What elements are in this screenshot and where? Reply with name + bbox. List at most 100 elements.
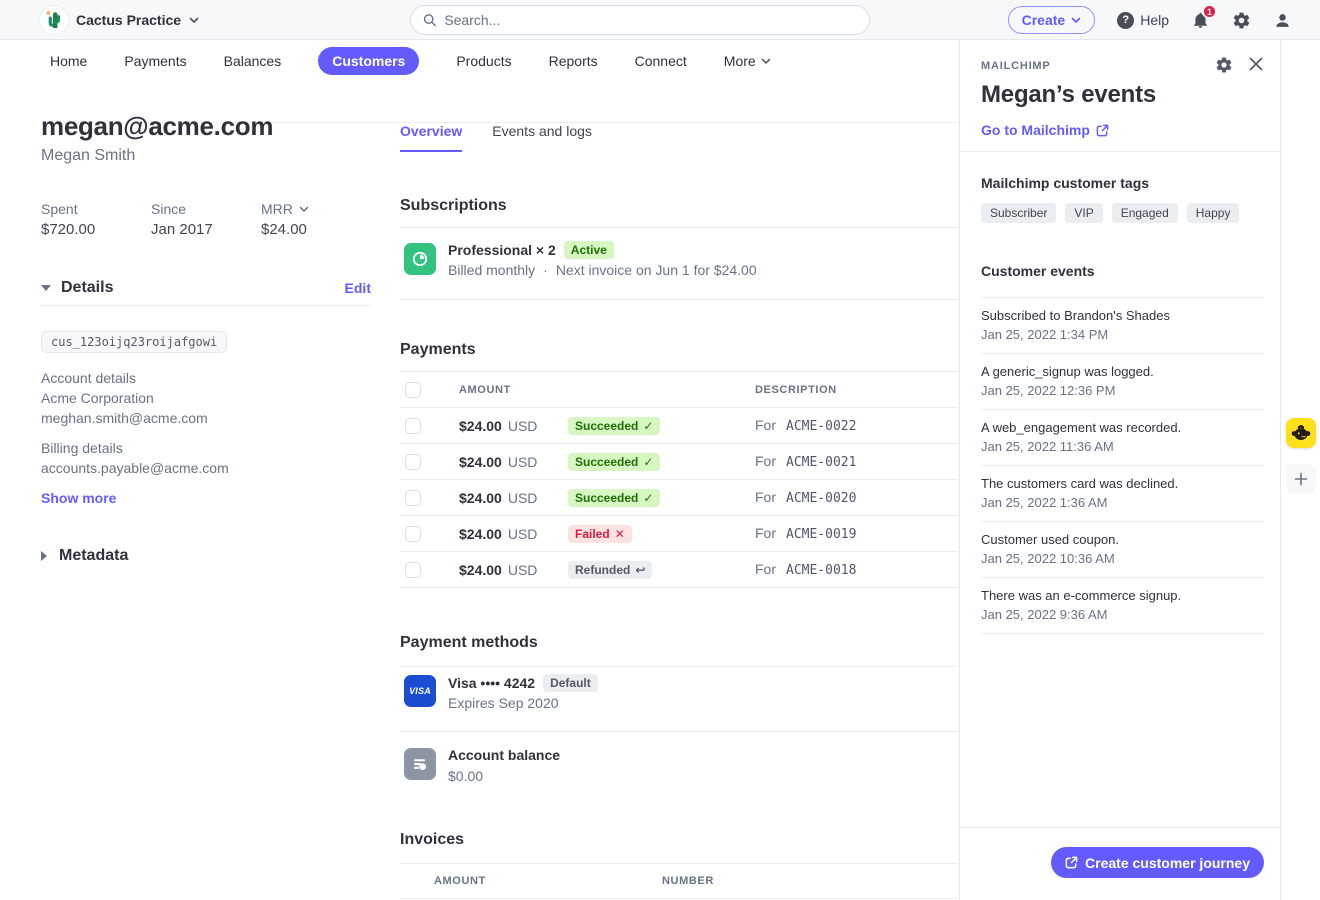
check-icon: ✓: [643, 491, 653, 505]
go-to-mailchimp-link[interactable]: Go to Mailchimp: [981, 122, 1264, 138]
invoices-title: Invoices: [400, 831, 958, 850]
payment-row[interactable]: $24.00USD Succeeded✓ ForACME-0020: [400, 480, 958, 516]
account-details-label: Account details: [41, 368, 208, 388]
event-title: Subscribed to Brandon's Shades: [981, 307, 1264, 324]
nav-home[interactable]: Home: [50, 53, 87, 69]
payment-description: ACME-0018: [786, 563, 856, 578]
topbar: Cactus Practice Create Help 1: [0, 0, 1320, 40]
stat-since: Since Jan 2017: [151, 201, 261, 238]
customer-id-chip[interactable]: cus_123oijq23roijafgowi: [41, 331, 227, 353]
notifications-button[interactable]: 1: [1191, 10, 1210, 30]
mailchimp-freddie-icon: [1290, 422, 1312, 444]
payment-row[interactable]: $24.00USD Failed✕ ForACME-0019: [400, 516, 958, 552]
balance-icon: [404, 748, 436, 780]
global-search[interactable]: [410, 5, 870, 35]
row-checkbox[interactable]: [405, 454, 421, 470]
status-badge-failed: Failed: [575, 527, 610, 541]
stat-since-value: Jan 2017: [151, 221, 261, 238]
stat-spent-label: Spent: [41, 201, 151, 217]
x-icon: ✕: [615, 527, 625, 541]
payment-row[interactable]: $24.00USD Succeeded✓ ForACME-0021: [400, 444, 958, 480]
panel-settings-gear-icon[interactable]: [1215, 56, 1233, 74]
customer-email-title: megan@acme.com: [41, 111, 273, 142]
event-title: The customers card was declined.: [981, 475, 1264, 492]
customer-events-title: Customer events: [981, 263, 1264, 279]
help-label: Help: [1140, 12, 1169, 28]
payment-method-visa-row[interactable]: VISA Visa •••• 4242 Default Expires Sep …: [400, 667, 958, 732]
subscription-row[interactable]: Professional × 2 Active Billed monthly ·…: [400, 228, 958, 300]
metadata-title: Metadata: [59, 547, 128, 565]
tab-overview[interactable]: Overview: [400, 123, 462, 152]
subscription-billing: Billed monthly: [448, 262, 535, 278]
row-checkbox[interactable]: [405, 490, 421, 506]
column-amount: AMOUNT: [459, 384, 568, 396]
user-icon: [1273, 11, 1292, 30]
invoices-table-header: AMOUNT NUMBER: [400, 864, 958, 899]
chevron-down-icon: [189, 15, 199, 25]
payment-description: ACME-0021: [786, 455, 856, 470]
stat-mrr-label: MRR: [261, 201, 293, 217]
event-title: A web_engagement was recorded.: [981, 419, 1264, 436]
account-balance-label: Account balance: [448, 747, 560, 763]
edit-details-link[interactable]: Edit: [345, 280, 371, 296]
close-panel-icon[interactable]: [1248, 56, 1264, 72]
row-checkbox[interactable]: [405, 418, 421, 434]
detail-tabs: Overview Events and logs: [400, 123, 958, 152]
chevron-down-icon: [1071, 15, 1081, 25]
payment-currency: USD: [508, 526, 538, 542]
visa-card-expiry: Expires Sep 2020: [448, 695, 559, 711]
details-section-header: Details Edit: [41, 279, 371, 297]
event-item: Subscribed to Brandon's Shades Jan 25, 2…: [981, 297, 1264, 353]
search-icon: [423, 13, 436, 27]
column-number: NUMBER: [662, 875, 958, 887]
payment-row[interactable]: $24.00USD Succeeded✓ ForACME-0022: [400, 408, 958, 444]
select-all-checkbox[interactable]: [405, 382, 421, 398]
help-icon: [1117, 12, 1134, 29]
tag-vip: VIP: [1065, 203, 1102, 223]
chevron-down-icon[interactable]: [299, 204, 309, 214]
mailchimp-app-icon[interactable]: [1286, 418, 1316, 448]
mailchimp-app-panel: MAILCHIMP Megan’s events Go to Mailchimp…: [959, 40, 1280, 900]
panel-footer: Create customer journey: [960, 827, 1280, 900]
nav-payments[interactable]: Payments: [124, 53, 186, 69]
event-title: There was an e-commerce signup.: [981, 587, 1264, 604]
undo-arrow-icon: ↩: [635, 563, 645, 577]
collapse-triangle-icon[interactable]: [41, 285, 51, 291]
payment-currency: USD: [508, 490, 538, 506]
payment-row[interactable]: $24.00USD Refunded↩ ForACME-0018: [400, 552, 958, 588]
metadata-section-header[interactable]: Metadata: [41, 547, 128, 565]
event-time: Jan 25, 2022 9:36 AM: [981, 606, 1264, 623]
create-customer-journey-button[interactable]: Create customer journey: [1051, 847, 1264, 878]
add-app-button[interactable]: [1286, 464, 1316, 494]
show-more-link[interactable]: Show more: [41, 490, 116, 506]
details-title: Details: [61, 279, 113, 297]
check-icon: ✓: [643, 455, 653, 469]
gear-icon: [1232, 11, 1251, 30]
payment-currency: USD: [508, 418, 538, 434]
stat-spent: Spent $720.00: [41, 201, 151, 238]
account-email: meghan.smith@acme.com: [41, 408, 208, 428]
payment-amount: $24.00: [459, 454, 502, 470]
create-button[interactable]: Create: [1008, 6, 1096, 34]
account-balance-value: $0.00: [448, 768, 483, 784]
account-switcher[interactable]: Cactus Practice: [40, 6, 199, 34]
payment-currency: USD: [508, 454, 538, 470]
event-title: Customer used coupon.: [981, 531, 1264, 548]
payment-methods-title: Payment methods: [400, 634, 958, 653]
details-divider: [41, 305, 371, 306]
row-checkbox[interactable]: [405, 526, 421, 542]
tab-events-and-logs[interactable]: Events and logs: [492, 123, 592, 152]
help-button[interactable]: Help: [1117, 12, 1169, 29]
settings-button[interactable]: [1232, 11, 1251, 30]
stat-since-label: Since: [151, 201, 261, 217]
event-title: A generic_signup was logged.: [981, 363, 1264, 380]
nav-balances[interactable]: Balances: [224, 53, 282, 69]
profile-button[interactable]: [1273, 11, 1292, 30]
row-checkbox[interactable]: [405, 562, 421, 578]
create-button-label: Create: [1022, 12, 1066, 28]
account-balance-row[interactable]: Account balance $0.00: [400, 732, 958, 804]
check-icon: ✓: [643, 419, 653, 433]
event-time: Jan 25, 2022 1:34 PM: [981, 326, 1264, 343]
search-input[interactable]: [444, 12, 857, 28]
description-prefix: For: [755, 525, 776, 541]
